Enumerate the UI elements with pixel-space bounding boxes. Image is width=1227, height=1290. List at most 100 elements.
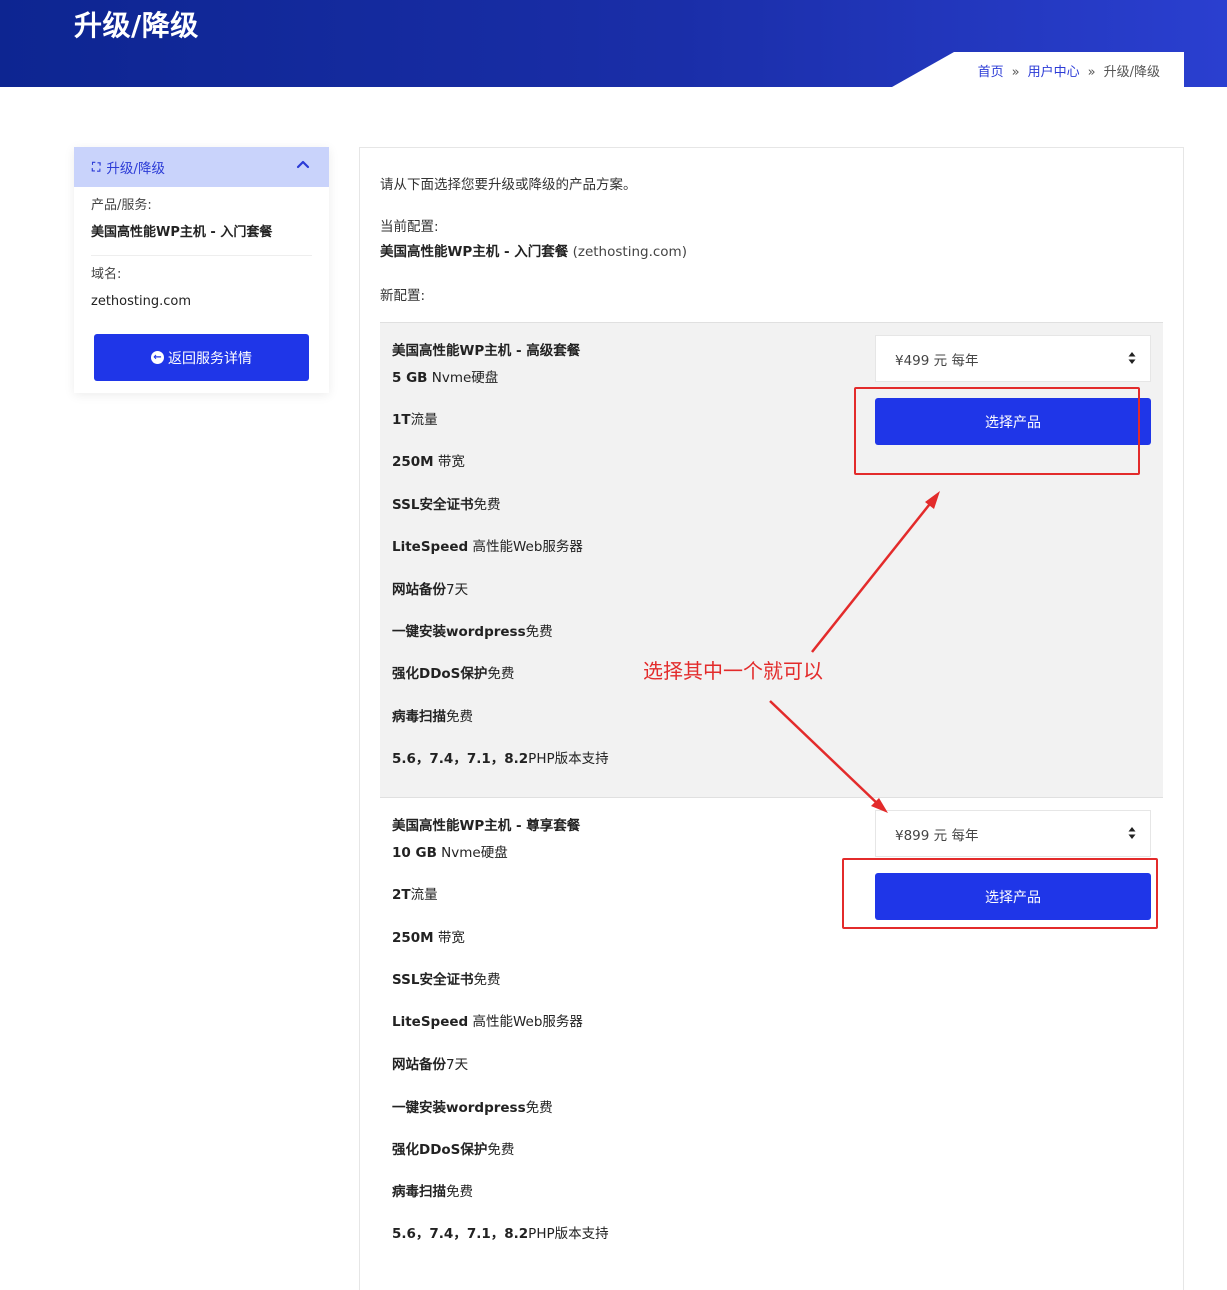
current-config-label: 当前配置: (380, 219, 439, 235)
chevron-up-icon[interactable] (295, 156, 311, 172)
feature-bold: 5.6，7.4，7.1，8.2 (392, 1226, 529, 1242)
feature-item: 一键安装wordpress免费 (392, 1096, 553, 1116)
feature-rest: 免费 (473, 972, 501, 988)
feature-bold: 5 GB (392, 370, 428, 386)
back-button-label: 返回服务详情 (168, 350, 252, 367)
feature-item: SSL安全证书免费 (392, 493, 500, 513)
back-to-service-button[interactable]: ← 返回服务详情 (94, 334, 309, 381)
feature-rest: Nvme硬盘 (427, 370, 499, 386)
feature-rest: 免费 (446, 1184, 473, 1200)
billing-cycle-select[interactable]: ¥499 元 每年 (875, 335, 1151, 382)
new-config-label: 新配置: (380, 288, 426, 304)
page-title: 升级/降级 (74, 9, 199, 42)
feature-rest: 流量 (410, 887, 438, 903)
feature-rest: 免费 (487, 1142, 515, 1158)
feature-bold: LiteSpeed (392, 539, 469, 555)
feature-bold: 网站备份 (392, 582, 446, 598)
breadcrumb-user-center[interactable]: 用户中心 (1028, 65, 1080, 80)
billing-cycle-select[interactable]: ¥899 元 每年 (875, 810, 1151, 857)
annotation-box (854, 387, 1140, 475)
domain-value: zethosting.com (91, 294, 191, 309)
billing-cycle-value: ¥899 元 每年 (895, 827, 979, 844)
feature-item: 250M 带宽 (392, 926, 465, 946)
feature-bold: 病毒扫描 (392, 1184, 446, 1200)
expand-icon: ⛶ (92, 159, 101, 174)
sidebar-domain-block: 域名: zethosting.com (74, 256, 329, 312)
feature-rest: 流量 (410, 412, 438, 428)
feature-item: 强化DDoS保护免费 (392, 662, 514, 682)
feature-bold: SSL安全证书 (392, 972, 474, 988)
breadcrumb-home[interactable]: 首页 (978, 65, 1004, 80)
feature-rest: PHP版本支持 (528, 751, 609, 767)
breadcrumb-current: 升级/降级 (1103, 65, 1160, 80)
feature-item: 病毒扫描免费 (392, 705, 473, 725)
feature-bold: 强化DDoS保护 (392, 1142, 488, 1158)
feature-item: LiteSpeed 高性能Web服务器 (392, 535, 583, 555)
feature-rest: 免费 (525, 624, 553, 640)
current-domain: (zethosting.com) (572, 244, 687, 260)
breadcrumb-separator: » (1087, 65, 1096, 80)
feature-rest: 免费 (473, 497, 501, 513)
sidebar-panel: ⛶ 升级/降级 产品/服务: 美国高性能WP主机 - 入门套餐 域名: zeth… (74, 147, 329, 393)
feature-bold: 一键安装wordpress (392, 1100, 526, 1116)
product-name: 美国高性能WP主机 - 尊享套餐 (392, 818, 581, 834)
current-config-value: 美国高性能WP主机 - 入门套餐 (zethosting.com) (380, 240, 687, 260)
breadcrumb: 首页 » 用户中心 » 升级/降级 (978, 61, 1160, 80)
feature-item: 一键安装wordpress免费 (392, 620, 553, 640)
feature-item: 网站备份7天 (392, 1053, 468, 1073)
feature-item: 网站备份7天 (392, 578, 468, 598)
sidebar-title: 升级/降级 (106, 161, 165, 177)
feature-rest: 免费 (525, 1100, 553, 1116)
sort-arrows-icon (1128, 352, 1136, 364)
product-label: 产品/服务: (91, 198, 152, 213)
billing-cycle-value: ¥499 元 每年 (895, 352, 979, 369)
feature-rest: 免费 (487, 666, 515, 682)
breadcrumb-separator: » (1011, 65, 1020, 80)
domain-label: 域名: (91, 267, 122, 282)
feature-bold: 1T (392, 412, 411, 428)
feature-item: 250M 带宽 (392, 450, 465, 470)
feature-item: 强化DDoS保护免费 (392, 1138, 514, 1158)
arrow-left-circle-icon: ← (151, 351, 164, 364)
feature-rest: 带宽 (433, 930, 465, 946)
feature-rest: PHP版本支持 (528, 1226, 609, 1242)
feature-item: 10 GB Nvme硬盘 (392, 841, 508, 861)
feature-bold: 病毒扫描 (392, 709, 446, 725)
product-value: 美国高性能WP主机 - 入门套餐 (91, 225, 273, 240)
feature-rest: 免费 (446, 709, 473, 725)
annotation-text: 选择其中一个就可以 (643, 659, 823, 683)
feature-bold: 一键安装wordpress (392, 624, 526, 640)
feature-item: 5 GB Nvme硬盘 (392, 366, 498, 386)
breadcrumb-container: 首页 » 用户中心 » 升级/降级 (892, 52, 1184, 87)
feature-rest: 7天 (446, 582, 469, 598)
feature-item: 5.6，7.4，7.1，8.2PHP版本支持 (392, 747, 609, 767)
product-name: 美国高性能WP主机 - 高级套餐 (392, 343, 581, 359)
feature-bold: 2T (392, 887, 411, 903)
feature-item: 1T流量 (392, 408, 438, 428)
main-panel: 请从下面选择您要升级或降级的产品方案。 当前配置: 美国高性能WP主机 - 入门… (359, 147, 1184, 1290)
feature-bold: 强化DDoS保护 (392, 666, 488, 682)
feature-bold: SSL安全证书 (392, 497, 474, 513)
feature-bold: 250M (392, 454, 434, 470)
sidebar-product-block: 产品/服务: 美国高性能WP主机 - 入门套餐 (74, 187, 329, 256)
annotation-box (842, 858, 1158, 929)
intro-text: 请从下面选择您要升级或降级的产品方案。 (380, 177, 637, 193)
feature-item: 2T流量 (392, 883, 438, 903)
feature-rest: 带宽 (433, 454, 465, 470)
feature-item: LiteSpeed 高性能Web服务器 (392, 1010, 583, 1030)
sort-arrows-icon (1128, 827, 1136, 839)
page-header: 升级/降级 首页 » 用户中心 » 升级/降级 (0, 0, 1227, 87)
feature-bold: 10 GB (392, 845, 437, 861)
sidebar-header[interactable]: ⛶ 升级/降级 (74, 147, 329, 187)
feature-item: 5.6，7.4，7.1，8.2PHP版本支持 (392, 1222, 609, 1242)
feature-bold: LiteSpeed (392, 1014, 469, 1030)
feature-rest: 高性能Web服务器 (468, 539, 583, 555)
feature-item: SSL安全证书免费 (392, 968, 500, 988)
feature-item: 病毒扫描免费 (392, 1180, 473, 1200)
feature-bold: 5.6，7.4，7.1，8.2 (392, 751, 529, 767)
feature-bold: 网站备份 (392, 1057, 446, 1073)
feature-bold: 250M (392, 930, 434, 946)
current-product: 美国高性能WP主机 - 入门套餐 (380, 244, 569, 260)
feature-rest: 高性能Web服务器 (468, 1014, 583, 1030)
feature-rest: Nvme硬盘 (436, 845, 508, 861)
